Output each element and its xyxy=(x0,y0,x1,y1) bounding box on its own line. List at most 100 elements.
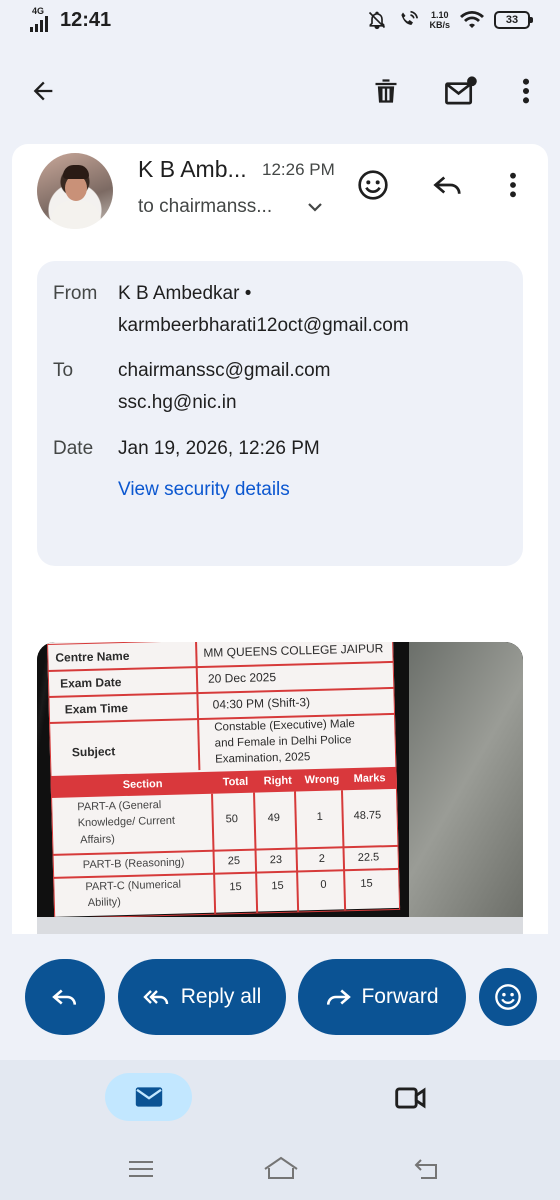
network-type: 4G xyxy=(32,6,45,16)
to-label: To xyxy=(53,360,74,381)
section-a-right: 49 xyxy=(267,811,281,825)
video-camera-icon xyxy=(395,1087,426,1109)
mail-icon xyxy=(135,1087,162,1107)
section-c-wrong: 0 xyxy=(320,878,327,891)
section-b-total: 25 xyxy=(227,855,241,868)
clock: 12:41 xyxy=(60,8,112,31)
date-label: Date xyxy=(53,438,94,459)
wifi-call-icon xyxy=(401,10,419,25)
scorecard-photo: Centre Name MM QUEENS COLLEGE JAIPUR Exa… xyxy=(47,642,401,917)
header-total: Total xyxy=(222,775,249,789)
section-a-marks: 48.75 xyxy=(353,809,382,823)
forward-button[interactable]: Forward xyxy=(298,959,466,1035)
trash-icon xyxy=(375,79,397,103)
message-view: K B Amb... 12:26 PM to chairmanss... Fro… xyxy=(12,144,548,934)
wifi-icon xyxy=(460,11,484,28)
reply-icon xyxy=(433,176,461,194)
section-b-right: 23 xyxy=(269,853,283,867)
status-right: 1.10 KB/s 33 xyxy=(367,10,533,30)
sender-name[interactable]: K B Amb... xyxy=(138,156,247,183)
attachment-footer xyxy=(37,917,523,934)
message-more-button[interactable] xyxy=(492,164,534,206)
section-c-total: 15 xyxy=(229,880,242,894)
top-app-bar xyxy=(0,44,560,144)
mark-unread-button[interactable] xyxy=(440,70,482,112)
system-navigation-bar xyxy=(0,1144,560,1200)
section-a-name-1: PART-A (General xyxy=(77,799,162,814)
view-security-details-link[interactable]: View security details xyxy=(118,479,290,501)
back-button[interactable] xyxy=(22,70,64,112)
speed-value: 1.10 xyxy=(430,10,449,20)
date-value: Jan 19, 2026, 12:26 PM xyxy=(118,438,320,459)
battery-icon: 33 xyxy=(494,11,533,29)
signal-icon xyxy=(30,16,48,32)
from-name: K B Ambedkar • xyxy=(118,283,252,304)
section-b-marks: 22.5 xyxy=(357,851,380,864)
from-email[interactable]: karmbeerbharati12oct@gmail.com xyxy=(118,310,409,342)
system-back-button[interactable] xyxy=(408,1154,446,1184)
exam-date-label: Exam Date xyxy=(59,675,122,691)
desk-background xyxy=(409,642,523,917)
from-label: From xyxy=(53,283,98,304)
nav-mail-tab[interactable] xyxy=(105,1073,192,1121)
add-reaction-button[interactable] xyxy=(352,164,394,206)
mark-unread-icon xyxy=(445,76,477,105)
header-right: Right xyxy=(263,774,292,788)
exam-time-label: Exam Time xyxy=(64,700,129,717)
subject-value-line-3: Examination, 2025 xyxy=(214,751,311,766)
to-email-2[interactable]: ssc.hg@nic.in xyxy=(118,387,237,419)
section-c-marks: 15 xyxy=(360,877,373,890)
section-c-name-1: PART-C (Numerical xyxy=(85,878,182,894)
forward-label: Forward xyxy=(361,985,439,1008)
to-email-1[interactable]: chairmanssc@gmail.com xyxy=(118,355,331,387)
expand-details-button[interactable] xyxy=(307,200,323,219)
subject-label: Subject xyxy=(71,744,116,760)
chevron-down-icon xyxy=(308,203,322,212)
emoji-icon xyxy=(358,170,388,200)
section-a-wrong: 1 xyxy=(316,810,323,823)
reply-all-label: Reply all xyxy=(180,985,262,1008)
reply-button[interactable] xyxy=(427,164,469,206)
section-b-wrong: 2 xyxy=(318,852,326,865)
reply-all-icon xyxy=(143,990,168,1005)
nav-meet-tab[interactable] xyxy=(390,1078,432,1118)
home-icon xyxy=(264,1156,298,1179)
menu-icon xyxy=(129,1161,153,1177)
status-left: 4G 12:41 xyxy=(30,6,112,32)
react-button[interactable] xyxy=(479,968,537,1026)
net-speed: 1.10 KB/s xyxy=(429,10,450,30)
more-vert-icon xyxy=(510,172,516,198)
header-wrong: Wrong xyxy=(304,773,340,787)
message-details-panel: From K B Ambedkar • karmbeerbharati12oct… xyxy=(37,261,523,566)
section-a-name-2: Knowledge/ Current xyxy=(77,814,176,830)
reply-all-button[interactable]: Reply all xyxy=(118,959,286,1035)
section-c-name-2: Ability) xyxy=(87,896,122,910)
reply-actions-bar: Reply all Forward xyxy=(0,934,560,1060)
exam-time-value: 04:30 PM (Shift-3) xyxy=(212,695,311,712)
header-section: Section xyxy=(122,778,163,792)
recipients-summary[interactable]: to chairmanss... xyxy=(138,196,272,218)
return-icon xyxy=(414,1159,437,1179)
forward-icon xyxy=(327,989,352,1005)
avatar[interactable] xyxy=(37,153,113,229)
reply-pill-button[interactable] xyxy=(25,959,105,1035)
mute-bell-icon xyxy=(369,11,386,30)
header-marks: Marks xyxy=(353,772,386,786)
image-attachment[interactable]: Centre Name MM QUEENS COLLEGE JAIPUR Exa… xyxy=(37,642,523,917)
emoji-icon xyxy=(495,984,521,1010)
speed-unit: KB/s xyxy=(429,20,450,30)
home-button[interactable] xyxy=(260,1152,302,1184)
exam-date-value: 20 Dec 2025 xyxy=(207,670,277,686)
more-vert-icon xyxy=(522,78,530,104)
delete-button[interactable] xyxy=(365,70,407,112)
more-options-button[interactable] xyxy=(505,70,547,112)
status-bar: 4G 12:41 1.10 KB/s 33 xyxy=(0,0,560,44)
message-time: 12:26 PM xyxy=(262,160,335,179)
centre-name-label: Centre Name xyxy=(55,648,130,665)
reply-icon xyxy=(52,989,77,1005)
recent-apps-button[interactable] xyxy=(122,1154,160,1184)
section-a-total: 50 xyxy=(225,813,239,826)
section-c-right: 15 xyxy=(271,879,284,893)
section-a-name-3: Affairs) xyxy=(80,833,115,847)
bottom-navigation xyxy=(0,1060,560,1144)
